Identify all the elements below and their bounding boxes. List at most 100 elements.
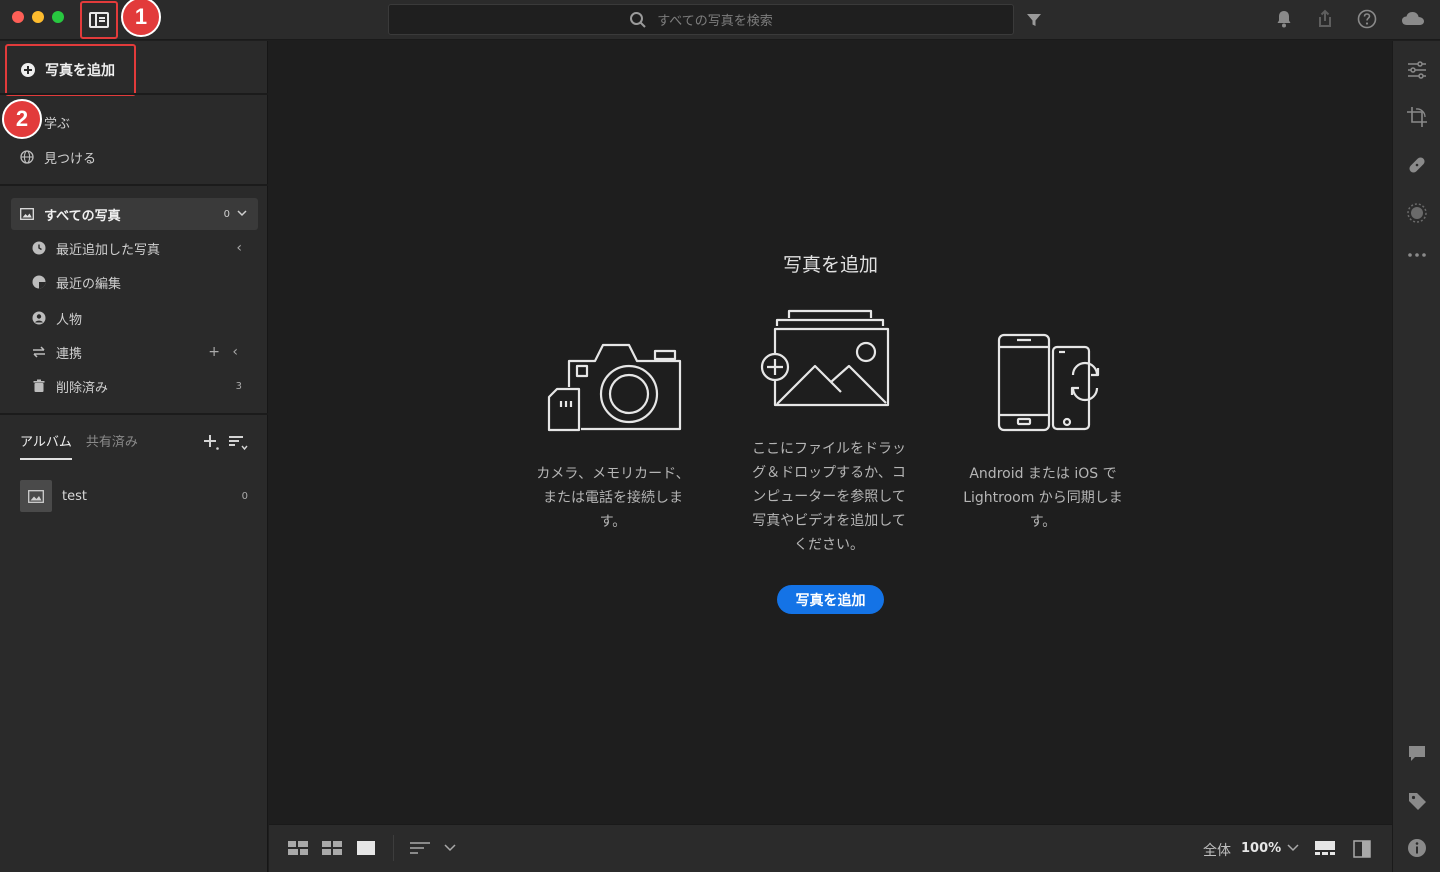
chevron-down-icon[interactable] — [444, 843, 456, 853]
trash-icon — [33, 379, 45, 392]
sort-icon[interactable] — [228, 433, 248, 451]
crop-rotate-icon[interactable] — [1406, 106, 1428, 128]
album-name: test — [62, 488, 87, 504]
camera-text-line: す。 — [599, 514, 627, 530]
globe-icon — [20, 150, 34, 164]
drag-drop-text-line: グ＆ドロップするか、コ — [752, 465, 906, 481]
main-content: 写真を追加 カメラ、メモリカード、 または電話を接続しま す。 ここにファイルを… — [269, 41, 1392, 824]
camera-description: カメラ、メモリカード、 または電話を接続しま す。 — [523, 462, 703, 534]
more-options-icon[interactable] — [1406, 244, 1428, 266]
search-icon — [630, 11, 646, 28]
drag-drop-description: ここにファイルをドラッ グ＆ドロップするか、コ ンピューターを参照して 写真やビ… — [739, 437, 919, 557]
album-tabs: アルバム 共有済み — [20, 431, 138, 460]
share-icon[interactable] — [1314, 8, 1336, 30]
photo-icon — [20, 208, 34, 220]
mobile-text-line: Lightroom から同期しま — [963, 490, 1123, 506]
mobile-sync-description: Android または iOS で Lightroom から同期しま す。 — [953, 462, 1133, 534]
right-toolbar — [1392, 41, 1440, 872]
nav-discover[interactable]: 見つける — [20, 146, 96, 168]
compare-view-icon[interactable] — [1353, 840, 1371, 858]
help-icon[interactable] — [1356, 8, 1378, 30]
connections-item[interactable]: 連携 + ‹ — [32, 341, 252, 363]
plus-circle-icon — [21, 63, 35, 77]
cloud-icon[interactable] — [1400, 8, 1426, 30]
add-photo-button[interactable]: 写真を追加 — [5, 44, 136, 96]
sync-arrows-icon — [33, 346, 45, 358]
all-photos-label: すべての写真 — [44, 208, 121, 224]
album-thumbnail — [20, 480, 52, 512]
search-bar[interactable]: すべての写真を検索 — [388, 4, 1014, 35]
camera-text-line: または電話を接続しま — [543, 490, 683, 506]
chevron-left-icon[interactable]: ‹ — [236, 240, 242, 256]
drag-drop-text-line: 写真やビデオを追加して — [752, 513, 906, 529]
mobile-sync-icon — [997, 333, 1100, 432]
camera-icon — [547, 343, 682, 432]
panel-toggle-button[interactable] — [80, 1, 118, 39]
drag-drop-text-line: ンピューターを参照して — [752, 489, 906, 505]
healing-bandage-icon[interactable] — [1406, 154, 1428, 176]
add-photo-label: 写真を追加 — [45, 63, 115, 79]
clock-icon — [32, 241, 46, 255]
album-count: 0 — [241, 490, 248, 502]
recent-added-label: 最近追加した写真 — [56, 242, 161, 258]
nav-discover-label: 見つける — [44, 151, 97, 167]
sort-lines-icon[interactable] — [409, 840, 431, 856]
filmstrip-icon[interactable] — [1315, 840, 1335, 856]
zoom-window-button[interactable] — [52, 11, 64, 23]
deleted-item[interactable]: 削除済み 3 — [32, 375, 252, 397]
annotation-marker-2: 2 — [2, 99, 42, 139]
all-photos-item[interactable]: すべての写真 0 — [11, 198, 258, 230]
comment-icon[interactable] — [1406, 742, 1428, 764]
nav-learn-label: 学ぶ — [44, 116, 71, 132]
person-icon — [32, 311, 46, 325]
drag-drop-text-line: ここにファイルをドラッ — [752, 441, 906, 457]
tab-albums[interactable]: アルバム — [20, 431, 72, 460]
add-image-icon — [760, 309, 890, 407]
tab-shared[interactable]: 共有済み — [86, 431, 138, 460]
add-photo-cta-button[interactable]: 写真を追加 — [777, 585, 884, 614]
main-title: 写真を追加 — [782, 254, 878, 276]
tag-icon[interactable] — [1406, 790, 1428, 812]
info-icon[interactable] — [1406, 837, 1428, 859]
sidebar-panel-icon — [89, 12, 109, 28]
bell-icon[interactable] — [1273, 8, 1295, 30]
zoom-scope-label[interactable]: 全体 — [1203, 840, 1231, 860]
deleted-label: 削除済み — [56, 380, 109, 396]
chevron-down-icon[interactable] — [1287, 843, 1299, 853]
connections-label: 連携 — [56, 346, 83, 362]
mobile-text-line: す。 — [1029, 514, 1057, 530]
all-photos-count: 0 — [223, 208, 230, 220]
zoom-value[interactable]: 100% — [1241, 841, 1281, 856]
single-view-icon[interactable] — [356, 840, 376, 856]
sliders-icon[interactable] — [1406, 59, 1428, 81]
recent-edits-label: 最近の編集 — [56, 276, 122, 292]
grid-view-icon[interactable] — [322, 840, 342, 856]
add-connection-button[interactable]: + ‹ — [208, 344, 242, 360]
recent-edit-icon — [32, 275, 46, 289]
add-album-icon[interactable] — [202, 433, 220, 451]
divider — [0, 184, 268, 186]
people-label: 人物 — [56, 312, 83, 328]
close-window-button[interactable] — [12, 11, 24, 23]
image-icon — [28, 489, 44, 503]
mobile-text-line: Android または iOS で — [969, 466, 1117, 482]
drag-drop-text-line: ください。 — [794, 537, 864, 553]
bottom-toolbar: 全体 100% — [269, 824, 1392, 872]
camera-text-line: カメラ、メモリカード、 — [536, 466, 690, 482]
left-sidebar: 写真を追加 学ぶ 見つける すべての写真 0 最近追加した写真 ‹ 最近の編集 … — [0, 41, 268, 872]
filter-icon[interactable] — [1024, 10, 1044, 30]
title-bar: すべての写真を検索 — [0, 0, 1440, 40]
divider — [0, 413, 268, 415]
chevron-down-icon[interactable] — [236, 207, 248, 219]
search-placeholder: すべての写真を検索 — [657, 14, 773, 29]
people-item[interactable]: 人物 — [32, 307, 252, 329]
recent-added-item[interactable]: 最近追加した写真 ‹ — [32, 237, 252, 259]
recent-edits-item[interactable]: 最近の編集 — [32, 271, 252, 293]
masking-icon[interactable] — [1406, 202, 1428, 224]
square-grid-icon[interactable] — [288, 840, 308, 856]
divider — [0, 93, 268, 95]
divider — [393, 835, 394, 861]
deleted-count: 3 — [235, 380, 242, 392]
minimize-window-button[interactable] — [32, 11, 44, 23]
album-item[interactable]: test 0 — [20, 480, 250, 512]
